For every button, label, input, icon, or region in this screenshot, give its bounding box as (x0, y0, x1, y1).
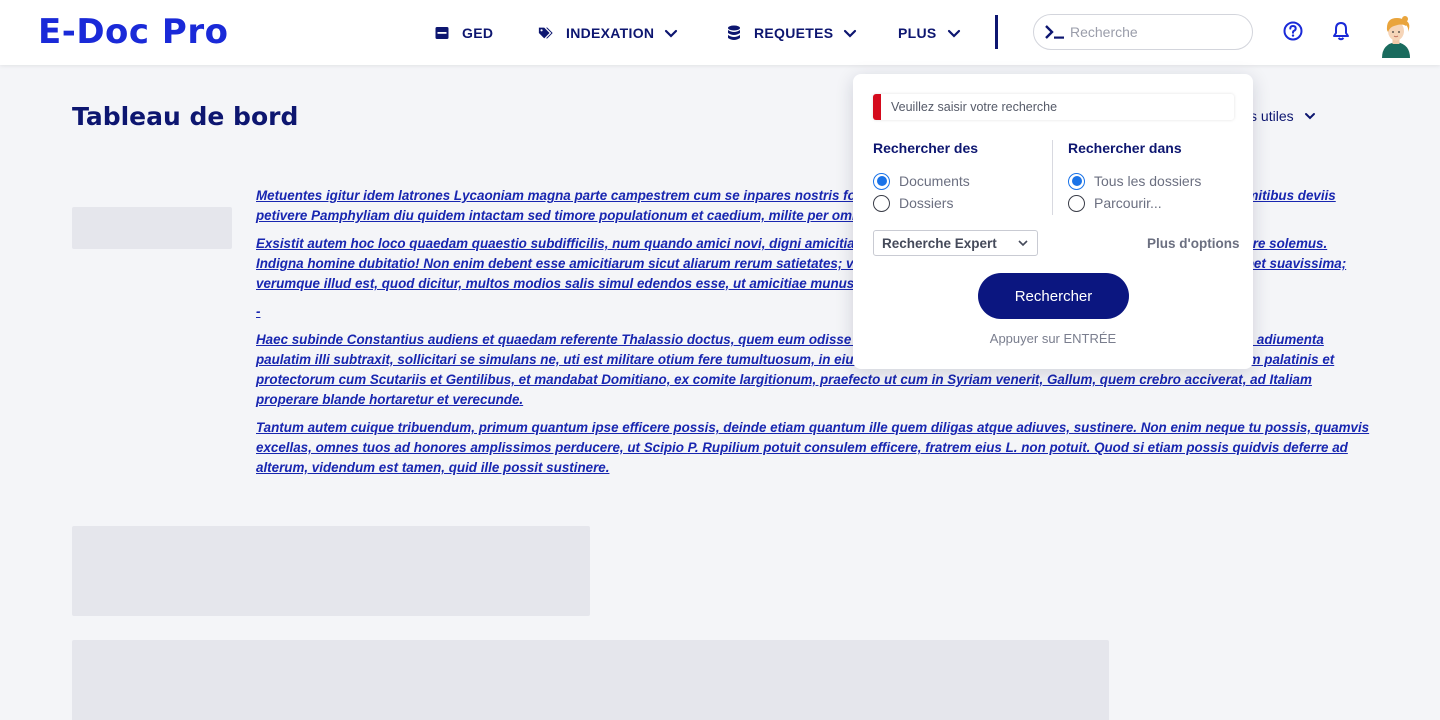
chevron-down-icon (1017, 237, 1029, 249)
page-title: Tableau de bord (72, 102, 299, 131)
radio-button[interactable] (873, 194, 890, 212)
image-placeholder (72, 207, 232, 249)
nav-requetes[interactable]: REQUETES (726, 0, 857, 65)
chevron-down-icon (1304, 110, 1316, 122)
search-for-heading: Rechercher des (873, 140, 979, 156)
column-divider (1052, 140, 1053, 215)
search-submit-button[interactable]: Rechercher (978, 273, 1129, 319)
nav-indexation[interactable]: INDEXATION (538, 0, 678, 65)
nav-separator (995, 15, 998, 49)
bell-icon[interactable] (1330, 20, 1352, 42)
radio-label: Parcourir... (1094, 195, 1162, 211)
widget-placeholder (72, 526, 590, 616)
radio-button[interactable] (1068, 172, 1085, 190)
nav-ged[interactable]: GED (434, 0, 493, 65)
popover-search-field[interactable] (873, 94, 1234, 120)
input-accent-bar (873, 94, 881, 120)
help-circle-icon[interactable] (1282, 20, 1304, 42)
search-popover: Rechercher des Documents Dossiers Recher… (853, 74, 1253, 369)
enter-hint: Appuyer sur ENTRÉE (989, 331, 1117, 346)
radio-label: Dossiers (899, 195, 954, 211)
nav-plus[interactable]: PLUS (898, 0, 961, 65)
radio-documents[interactable]: Documents (873, 170, 978, 192)
terminal-prompt-icon (1044, 24, 1068, 40)
header-search[interactable] (1033, 14, 1253, 50)
archive-box-icon (434, 25, 450, 41)
chevron-down-icon (947, 26, 961, 40)
radio-label: Tous les dossiers (1094, 173, 1202, 189)
tags-icon (538, 25, 554, 41)
search-in-group: Rechercher dans Tous les dossiers Parcou… (1068, 140, 1201, 214)
app-logo[interactable]: E-Doc Pro (38, 12, 228, 52)
popover-search-input[interactable] (881, 100, 1221, 114)
search-mode-select[interactable]: Recherche Expert (873, 230, 1038, 256)
radio-label: Documents (899, 173, 970, 189)
radio-button[interactable] (1068, 194, 1085, 212)
radio-all-folders[interactable]: Tous les dossiers (1068, 170, 1201, 192)
more-options-link[interactable]: Plus d'options (1147, 236, 1239, 251)
radio-browse[interactable]: Parcourir... (1068, 192, 1201, 214)
nav-plus-label: PLUS (898, 24, 937, 41)
database-icon (726, 25, 742, 41)
chevron-down-icon (843, 26, 857, 40)
nav-requetes-label: REQUETES (754, 24, 834, 41)
chevron-down-icon (664, 26, 678, 40)
top-bar: E-Doc Pro GED INDEXATION REQUETES PLUS (0, 0, 1440, 65)
avatar[interactable] (1378, 14, 1414, 58)
article-paragraph[interactable]: Tantum autem cuique tribuendum, primum q… (256, 418, 1372, 478)
radio-dossiers[interactable]: Dossiers (873, 192, 978, 214)
search-for-group: Rechercher des Documents Dossiers (873, 140, 978, 214)
nav-indexation-label: INDEXATION (566, 24, 655, 41)
radio-button[interactable] (873, 172, 890, 190)
header-search-input[interactable] (1070, 24, 1240, 40)
widget-placeholder (72, 640, 1109, 720)
nav-ged-label: GED (462, 24, 494, 41)
search-mode-value: Recherche Expert (882, 235, 997, 251)
search-in-heading: Rechercher dans (1068, 140, 1182, 156)
